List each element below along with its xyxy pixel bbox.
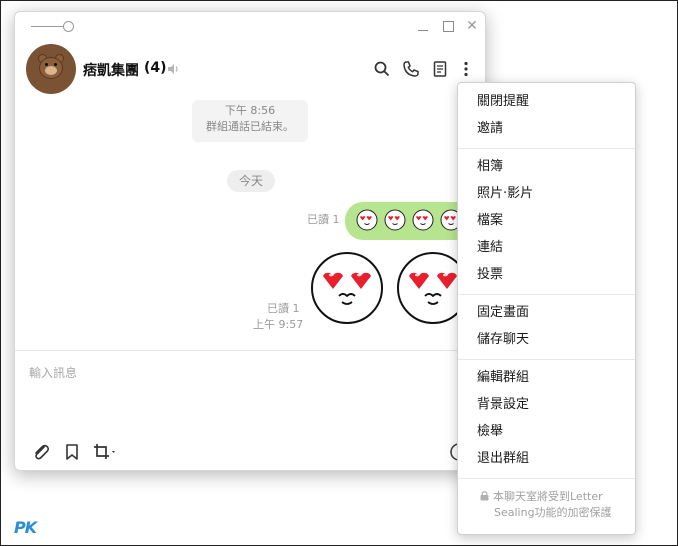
menu-item-mute[interactable]: 關閉提醒	[477, 92, 627, 112]
menu-item-leave-group[interactable]: 退出群組	[477, 449, 627, 469]
chat-window: ✕ 痞凱集團 (4) 下午 8:56 群組通話已結束。 今天 已讀 1 已讀 1…	[14, 11, 486, 471]
system-message-text: 群組通話已結束。	[206, 120, 294, 133]
menu-separator	[458, 359, 635, 360]
encryption-notice-line1: 本聊天室將受到Letter	[493, 490, 603, 503]
menu-item-poll[interactable]: 投票	[477, 265, 627, 285]
heart-eyes-emoji-icon	[384, 209, 406, 231]
system-message-time: 下午 8:56	[224, 104, 276, 117]
speaker-icon[interactable]	[166, 62, 180, 76]
heart-eyes-sticker[interactable]	[309, 250, 385, 326]
title-bar: ✕	[15, 12, 485, 40]
system-message: 下午 8:56 群組通話已結束。	[192, 100, 308, 142]
member-count: (4)	[144, 60, 167, 76]
encryption-notice: 本聊天室將受到Letter Sealing功能的加密保護	[480, 489, 630, 521]
menu-item-save-chat[interactable]: 儲存聊天	[477, 330, 627, 350]
input-divider	[15, 350, 485, 351]
close-button[interactable]: ✕	[464, 18, 480, 34]
crop-icon[interactable]	[91, 442, 119, 462]
menu-item-album[interactable]: 相簿	[477, 157, 627, 177]
watermark-logo: PK	[14, 518, 37, 537]
bookmark-icon[interactable]	[62, 442, 82, 462]
menu-item-photos-videos[interactable]: 照片‧影片	[477, 184, 627, 204]
menu-separator	[458, 294, 635, 295]
menu-item-report[interactable]: 檢舉	[477, 422, 627, 442]
search-icon[interactable]	[373, 60, 391, 78]
date-separator: 今天	[227, 170, 275, 192]
chat-name[interactable]: 痞凱集團	[83, 60, 139, 80]
minimize-button[interactable]	[415, 18, 431, 34]
read-receipt: 已讀 1	[267, 302, 300, 315]
menu-separator	[458, 148, 635, 149]
message-input[interactable]: 輸入訊息	[29, 364, 77, 381]
message-time: 上午 9:57	[253, 318, 304, 331]
heart-eyes-emoji-icon	[412, 209, 434, 231]
more-vertical-icon[interactable]	[457, 60, 475, 78]
message-list[interactable]: 下午 8:56 群組通話已結束。 今天 已讀 1 已讀 1 上午 9:57	[15, 100, 485, 350]
menu-item-files[interactable]: 檔案	[477, 211, 627, 231]
avatar[interactable]	[26, 44, 76, 94]
maximize-button[interactable]	[440, 18, 456, 34]
heart-eyes-emoji-icon	[356, 209, 378, 231]
paperclip-icon[interactable]	[31, 442, 51, 462]
encryption-notice-line2: Sealing功能的加密保護	[494, 506, 612, 519]
menu-item-invite[interactable]: 邀請	[477, 119, 627, 139]
menu-item-pin-window[interactable]: 固定畫面	[477, 303, 627, 323]
chat-header: 痞凱集團 (4)	[15, 44, 485, 100]
lock-icon	[480, 491, 489, 501]
menu-separator	[458, 478, 635, 479]
menu-item-edit-group[interactable]: 編輯群組	[477, 368, 627, 388]
menu-item-background[interactable]: 背景設定	[477, 395, 627, 415]
notes-icon[interactable]	[431, 60, 449, 78]
chat-options-menu: 關閉提醒 邀請 相簿 照片‧影片 檔案 連結 投票 固定畫面 儲存聊天 編輯群組…	[457, 82, 636, 535]
phone-icon[interactable]	[402, 60, 420, 78]
read-receipt: 已讀 1	[307, 213, 340, 226]
opacity-slider-track[interactable]	[31, 26, 67, 27]
menu-item-links[interactable]: 連結	[477, 238, 627, 258]
opacity-slider-knob[interactable]	[63, 21, 74, 32]
